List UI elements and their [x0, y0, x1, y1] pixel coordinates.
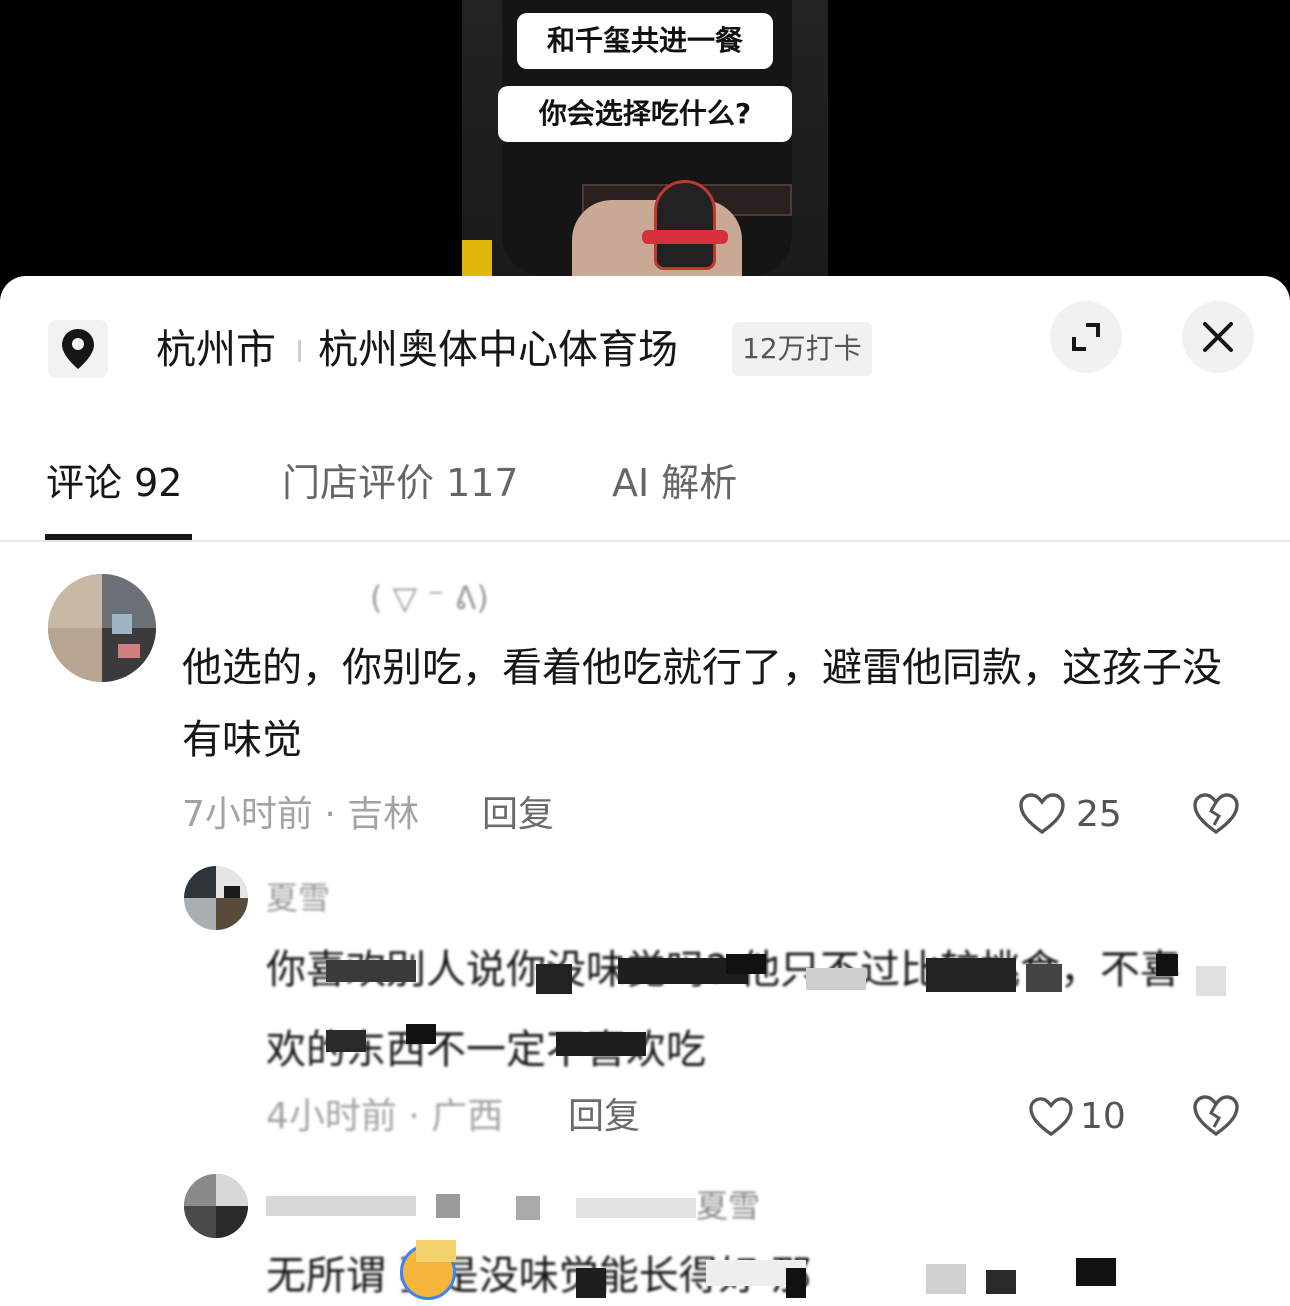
- tab-ai-analysis[interactable]: AI 解析: [612, 458, 737, 508]
- avatar-mosaic: [184, 1174, 248, 1238]
- tab-bar: 评论 92 门店评价 117 AI 解析: [0, 426, 1290, 542]
- checkin-count-badge: 12万打卡: [732, 322, 872, 376]
- pixelation-overlay: [266, 946, 1256, 1076]
- pixelation-overlay: [266, 1240, 1256, 1306]
- video-microphone: [654, 180, 716, 270]
- location-separator: [298, 340, 301, 362]
- broken-heart-icon[interactable]: [1192, 1094, 1240, 1138]
- comment-text: 他选的，你别吃，看着他吃就行了，避雷他同款，这孩子没有味觉: [182, 645, 1222, 763]
- close-button[interactable]: [1182, 301, 1254, 373]
- comment-time-location: 7小时前 · 吉林: [182, 794, 420, 835]
- reply-button[interactable]: 回复: [568, 1094, 640, 1140]
- reply-button[interactable]: 回复: [482, 792, 554, 838]
- heart-icon[interactable]: [1028, 1096, 1074, 1138]
- location-header[interactable]: 杭州市 杭州奥体中心体育场 12万打卡: [0, 276, 1290, 416]
- tab-comments[interactable]: 评论 92: [46, 458, 182, 508]
- avatar[interactable]: [184, 1174, 248, 1238]
- avatar-mosaic: [184, 866, 248, 930]
- comment-username[interactable]: ( ▽ ⁻ ᕕ): [190, 578, 489, 618]
- avatar-mosaic: [48, 574, 156, 682]
- avatar[interactable]: [184, 866, 248, 930]
- broken-heart-icon[interactable]: [1192, 792, 1240, 836]
- avatar[interactable]: [48, 574, 156, 682]
- location-venue[interactable]: 杭州奥体中心体育场: [318, 324, 678, 376]
- expand-button[interactable]: [1050, 301, 1122, 373]
- like-count: 10: [1080, 1096, 1126, 1137]
- like-count: 25: [1076, 794, 1122, 835]
- video-player[interactable]: 和千玺共进一餐 你会选择吃什么?: [0, 0, 1290, 300]
- tab-store-reviews[interactable]: 门店评价 117: [282, 458, 519, 508]
- pixelation-overlay: [266, 1188, 726, 1228]
- heart-icon[interactable]: [1018, 792, 1066, 836]
- video-backdrop: [462, 240, 492, 276]
- expand-icon: [1072, 323, 1100, 351]
- close-icon: [1203, 322, 1233, 352]
- video-caption-2: 你会选择吃什么?: [498, 86, 792, 142]
- location-city[interactable]: 杭州市: [156, 324, 276, 376]
- comment-time-location: 4小时前 · 广西: [266, 1096, 504, 1137]
- video-microphone-band: [642, 230, 728, 244]
- video-caption-1: 和千玺共进一餐: [517, 13, 773, 69]
- location-pin-icon: [48, 320, 108, 378]
- active-tab-indicator: [45, 534, 192, 540]
- comment-username[interactable]: 夏雪: [266, 878, 330, 918]
- comments-sheet: 杭州市 杭州奥体中心体育场 12万打卡 评论 92 门店评价 117 AI 解析: [0, 276, 1290, 1306]
